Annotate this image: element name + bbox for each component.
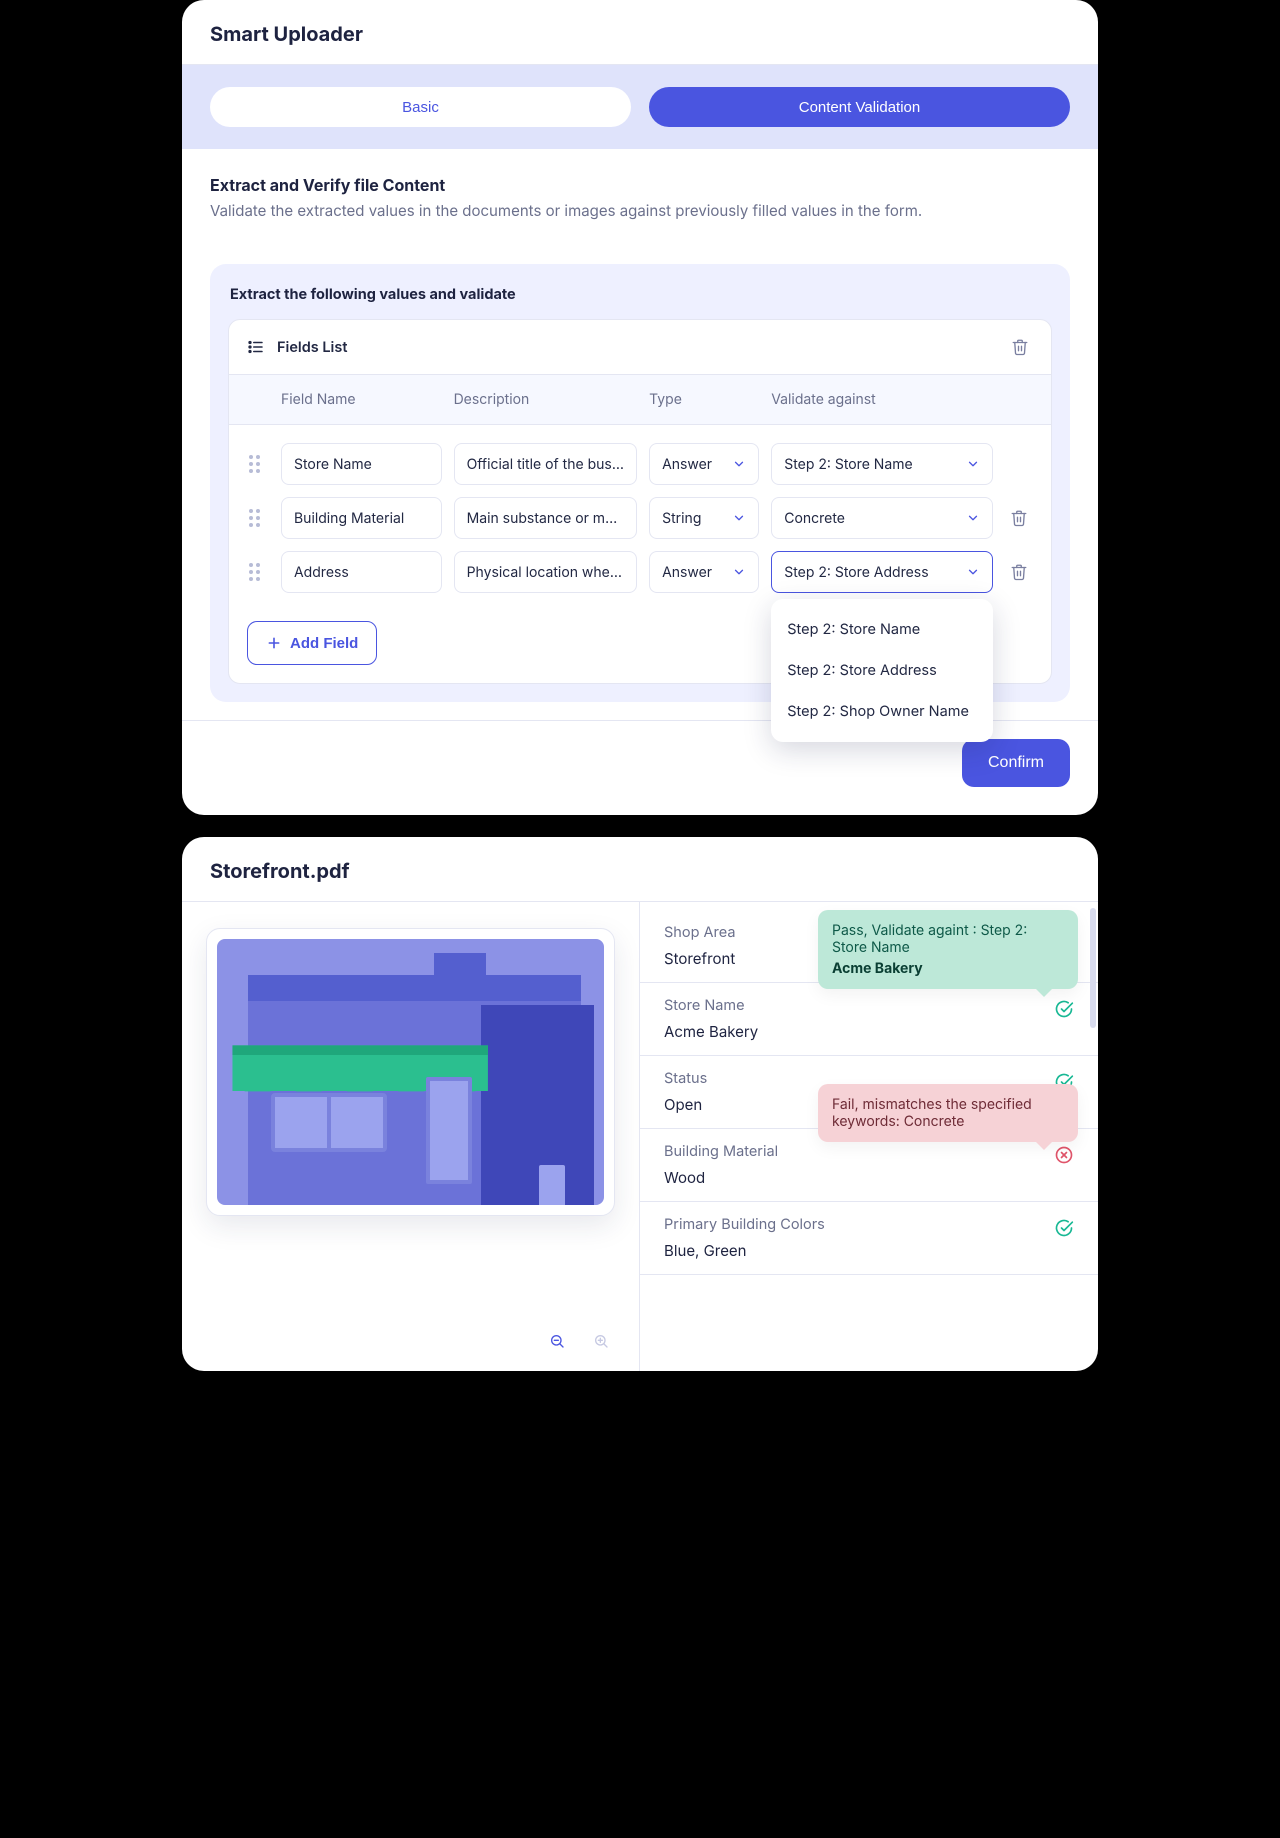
field-description-input[interactable]: Official title of the busi…	[454, 443, 638, 485]
extract-panel: Extract the following values and validat…	[210, 264, 1070, 702]
field-name-input[interactable]: Building Material	[281, 497, 442, 539]
drag-handle[interactable]	[247, 563, 261, 581]
doc-title: Storefront.pdf	[210, 859, 1070, 883]
table-row: Address Physical location where… Answer …	[229, 547, 1051, 601]
field-description-input[interactable]: Physical location where…	[454, 551, 638, 593]
result-label: Store Name	[664, 997, 1074, 1014]
results-pane: Pass, Validate againt : Step 2: Store Na…	[640, 902, 1098, 1371]
plus-icon	[266, 635, 282, 651]
validate-select[interactable]: Step 2: Store Name	[771, 443, 993, 485]
fields-rows: Store Name Official title of the busi… A…	[229, 425, 1051, 611]
fields-box: Fields List . Field Name Description Typ…	[228, 319, 1052, 684]
validate-dropdown: Step 2: Store NameStep 2: Store AddressS…	[771, 599, 993, 742]
result-label: Primary Building Colors	[664, 1216, 1074, 1233]
add-field-button[interactable]: Add Field	[247, 621, 377, 665]
delete-row-button[interactable]	[1006, 559, 1032, 585]
drag-handle[interactable]	[247, 455, 261, 473]
fail-callout: Fail, mismatches the specified keywords:…	[818, 1084, 1078, 1142]
doc-thumbnail[interactable]	[206, 928, 615, 1216]
document-card: Storefront.pdf	[182, 837, 1098, 1371]
dropdown-option[interactable]: Step 2: Shop Owner Name	[771, 691, 993, 732]
chevron-down-icon	[966, 565, 980, 579]
results-scrollbar[interactable]	[1090, 902, 1096, 1371]
chevron-down-icon	[732, 511, 746, 525]
result-value: Acme Bakery	[664, 1022, 1074, 1041]
app-header: Smart Uploader	[182, 0, 1098, 65]
field-name-input[interactable]: Address	[281, 551, 442, 593]
result-value: Blue, Green	[664, 1241, 1074, 1260]
storefront-illustration	[217, 939, 604, 1205]
section-intro: Extract and Verify file Content Validate…	[182, 149, 1098, 238]
pass-callout-highlight: Acme Bakery	[832, 960, 1064, 977]
zoom-controls	[206, 1287, 615, 1355]
result-row: Primary Building Colors Blue, Green	[640, 1202, 1098, 1275]
field-type-select[interactable]: Answer	[649, 443, 759, 485]
list-icon	[247, 338, 265, 356]
fields-list-label: Fields List	[277, 339, 347, 356]
pass-callout-text: Pass, Validate againt : Step 2: Store Na…	[832, 922, 1027, 956]
zoom-out-button[interactable]	[543, 1327, 571, 1355]
trash-icon	[1010, 509, 1028, 527]
chevron-down-icon	[732, 457, 746, 471]
result-label: Building Material	[664, 1143, 1074, 1160]
doc-split: Pass, Validate againt : Step 2: Store Na…	[182, 901, 1098, 1371]
zoom-out-icon	[549, 1331, 565, 1351]
section-description: Validate the extracted values in the doc…	[210, 201, 1070, 220]
doc-header: Storefront.pdf	[182, 837, 1098, 901]
tab-basic[interactable]: Basic	[210, 87, 631, 127]
result-value: Wood	[664, 1168, 1074, 1187]
panel-title: Extract the following values and validat…	[230, 286, 1050, 303]
delete-row-button[interactable]	[1006, 505, 1032, 531]
fields-columns: . Field Name Description Type Validate a…	[229, 375, 1051, 425]
fields-delete-all[interactable]	[1007, 334, 1033, 360]
col-validate: Validate against	[771, 391, 993, 408]
chevron-down-icon	[966, 511, 980, 525]
zoom-in-button[interactable]	[587, 1327, 615, 1355]
field-type-select[interactable]: String	[649, 497, 759, 539]
check-circle-icon	[1054, 1218, 1074, 1238]
uploader-card: Smart Uploader Basic Content Validation …	[182, 0, 1098, 815]
col-type: Type	[649, 391, 759, 408]
doc-preview-pane	[182, 902, 640, 1371]
field-type-select[interactable]: Answer	[649, 551, 759, 593]
fields-head: Fields List	[229, 320, 1051, 375]
drag-handle[interactable]	[247, 509, 261, 527]
col-field-name: Field Name	[281, 391, 442, 408]
table-row: Building Material Main substance or mat……	[229, 493, 1051, 547]
field-name-input[interactable]: Store Name	[281, 443, 442, 485]
chevron-down-icon	[732, 565, 746, 579]
validate-select[interactable]: Step 2: Store Address	[771, 551, 993, 593]
dropdown-option[interactable]: Step 2: Store Name	[771, 609, 993, 650]
field-description-input[interactable]: Main substance or mat…	[454, 497, 638, 539]
add-field-label: Add Field	[290, 635, 358, 652]
x-circle-icon	[1054, 1145, 1074, 1165]
pass-callout: Pass, Validate againt : Step 2: Store Na…	[818, 910, 1078, 989]
validate-select[interactable]: Concrete	[771, 497, 993, 539]
dropdown-option[interactable]: Step 2: Store Address	[771, 650, 993, 691]
fail-callout-text: Fail, mismatches the specified keywords:…	[832, 1096, 1032, 1130]
trash-icon	[1011, 338, 1029, 356]
col-description: Description	[454, 391, 638, 408]
trash-icon	[1010, 563, 1028, 581]
result-row: Store Name Acme Bakery	[640, 983, 1098, 1056]
zoom-in-icon	[593, 1331, 609, 1351]
app-title: Smart Uploader	[210, 22, 1070, 46]
table-row: Store Name Official title of the busi… A…	[229, 435, 1051, 493]
confirm-button[interactable]: Confirm	[962, 739, 1070, 787]
section-title: Extract and Verify file Content	[210, 175, 1070, 195]
uploader-tabs: Basic Content Validation	[182, 65, 1098, 149]
tab-content-validation[interactable]: Content Validation	[649, 87, 1070, 127]
check-circle-icon	[1054, 999, 1074, 1019]
chevron-down-icon	[966, 457, 980, 471]
